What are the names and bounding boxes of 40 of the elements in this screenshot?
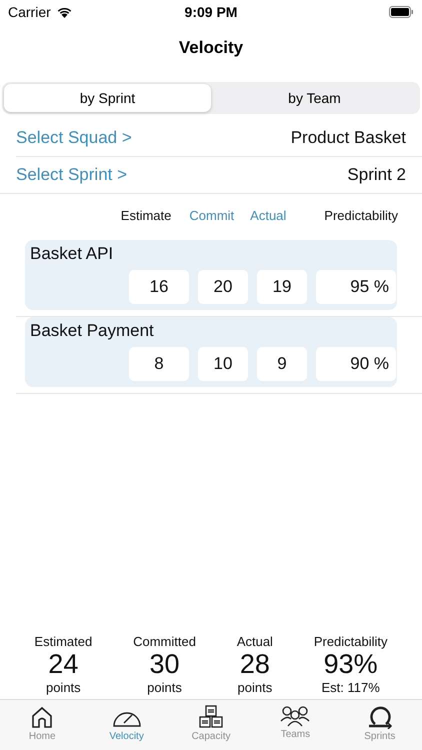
selected-value: Product Basket	[290, 128, 406, 148]
team-name: Basket Payment	[30, 321, 155, 342]
stat-note: Est: 117%	[322, 680, 380, 695]
stat-value: 93%	[324, 649, 378, 680]
stat-note: points	[238, 680, 272, 695]
value-field[interactable]: 16	[129, 270, 189, 304]
carrier-label: Carrier	[8, 4, 51, 20]
stat-label: Actual	[236, 634, 273, 649]
stat-label: Estimated	[34, 634, 92, 649]
value-field[interactable]: 20	[198, 270, 248, 304]
column-header: Actual	[250, 208, 286, 225]
stat-label: Predictability	[314, 634, 388, 649]
selected-value: Sprint 2	[347, 165, 406, 185]
value-field[interactable]: 19	[257, 270, 307, 304]
stat-value: 28	[240, 649, 270, 680]
column-header: Estimate	[120, 208, 172, 225]
stat-value: 24	[48, 649, 78, 680]
value-field[interactable]: 90 %	[316, 347, 396, 381]
team-name: Basket API	[30, 244, 114, 265]
value-field[interactable]: 95 %	[316, 270, 396, 304]
segment-tab[interactable]: by Sprint	[4, 84, 211, 112]
battery-icon	[389, 6, 414, 18]
wifi-icon	[56, 6, 73, 18]
home-icon	[30, 705, 54, 729]
segment-tab[interactable]: by Team	[211, 84, 418, 112]
value-field[interactable]: 10	[198, 347, 248, 381]
people-icon	[280, 705, 310, 727]
clock: 9:09 PM	[184, 4, 238, 20]
column-header: Predictability	[324, 208, 398, 225]
select-link[interactable]: Select Squad >	[16, 128, 132, 148]
column-header: Commit	[189, 208, 234, 225]
stat-note: points	[46, 680, 81, 695]
screen-title: Velocity	[178, 37, 244, 59]
stat-value: 30	[150, 649, 180, 680]
value-field[interactable]: 9	[257, 347, 307, 381]
stat-note: points	[147, 680, 182, 695]
value-field[interactable]: 8	[129, 347, 189, 381]
boxes-icon	[199, 705, 224, 729]
stat-label: Committed	[133, 634, 196, 649]
select-link[interactable]: Select Sprint >	[16, 165, 128, 185]
